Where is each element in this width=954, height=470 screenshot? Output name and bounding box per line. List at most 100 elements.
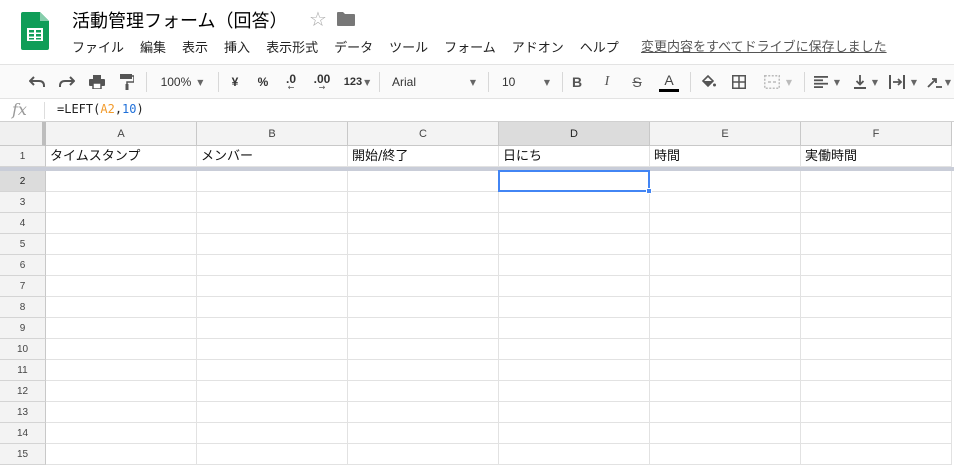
column-header-c[interactable]: C xyxy=(348,122,499,146)
undo-icon[interactable] xyxy=(24,65,50,99)
italic-button[interactable]: I xyxy=(596,65,618,99)
cell-b8[interactable] xyxy=(197,297,348,318)
cell-d1[interactable]: 日にち xyxy=(499,146,650,167)
cell-d8[interactable] xyxy=(499,297,650,318)
cell-a15[interactable] xyxy=(46,444,197,465)
cell-b9[interactable] xyxy=(197,318,348,339)
cell-f14[interactable] xyxy=(801,423,952,444)
row-header-6[interactable]: 6 xyxy=(0,255,46,276)
cell-a9[interactable] xyxy=(46,318,197,339)
cell-c11[interactable] xyxy=(348,360,499,381)
row-header-5[interactable]: 5 xyxy=(0,234,46,255)
menu-format[interactable]: 表示形式 xyxy=(266,37,318,56)
menu-data[interactable]: データ xyxy=(334,37,373,56)
column-header-d[interactable]: D xyxy=(499,122,650,146)
text-color-button[interactable]: A xyxy=(656,65,682,99)
cell-a3[interactable] xyxy=(46,192,197,213)
cell-b10[interactable] xyxy=(197,339,348,360)
bold-button[interactable]: B xyxy=(566,65,588,99)
cell-d14[interactable] xyxy=(499,423,650,444)
column-header-a[interactable]: A xyxy=(46,122,197,146)
cell-d6[interactable] xyxy=(499,255,650,276)
cell-e3[interactable] xyxy=(650,192,801,213)
cell-c8[interactable] xyxy=(348,297,499,318)
cell-e2[interactable] xyxy=(650,171,801,192)
cell-f1[interactable]: 実働時間 xyxy=(801,146,952,167)
cell-c6[interactable] xyxy=(348,255,499,276)
cell-a1[interactable]: タイムスタンプ xyxy=(46,146,197,167)
sheets-logo-icon[interactable] xyxy=(21,12,49,50)
menu-help[interactable]: ヘルプ xyxy=(580,37,619,56)
cell-e13[interactable] xyxy=(650,402,801,423)
cell-b4[interactable] xyxy=(197,213,348,234)
paint-format-icon[interactable] xyxy=(114,65,140,99)
cell-e12[interactable] xyxy=(650,381,801,402)
cell-b11[interactable] xyxy=(197,360,348,381)
menu-view[interactable]: 表示 xyxy=(182,37,208,56)
cell-e5[interactable] xyxy=(650,234,801,255)
cell-c13[interactable] xyxy=(348,402,499,423)
cell-e9[interactable] xyxy=(650,318,801,339)
row-header-4[interactable]: 4 xyxy=(0,213,46,234)
cell-b2[interactable] xyxy=(197,171,348,192)
row-header-1[interactable]: 1 xyxy=(0,146,46,167)
cell-d7[interactable] xyxy=(499,276,650,297)
cell-a11[interactable] xyxy=(46,360,197,381)
cell-f5[interactable] xyxy=(801,234,952,255)
row-header-14[interactable]: 14 xyxy=(0,423,46,444)
row-header-8[interactable]: 8 xyxy=(0,297,46,318)
cell-d13[interactable] xyxy=(499,402,650,423)
font-family-dropdown[interactable]: Arial ▼ xyxy=(386,65,482,99)
select-all-corner[interactable] xyxy=(0,122,46,146)
cell-a14[interactable] xyxy=(46,423,197,444)
column-header-f[interactable]: F xyxy=(801,122,952,146)
cell-c1[interactable]: 開始/終了 xyxy=(348,146,499,167)
cell-f4[interactable] xyxy=(801,213,952,234)
cell-a5[interactable] xyxy=(46,234,197,255)
cell-d9[interactable] xyxy=(499,318,650,339)
cell-a6[interactable] xyxy=(46,255,197,276)
cell-d10[interactable] xyxy=(499,339,650,360)
cell-c4[interactable] xyxy=(348,213,499,234)
menu-file[interactable]: ファイル xyxy=(72,37,124,56)
cell-e14[interactable] xyxy=(650,423,801,444)
cell-d12[interactable] xyxy=(499,381,650,402)
cell-b1[interactable]: メンバー xyxy=(197,146,348,167)
strikethrough-button[interactable]: S xyxy=(626,65,648,99)
cell-c3[interactable] xyxy=(348,192,499,213)
row-header-7[interactable]: 7 xyxy=(0,276,46,297)
cell-d11[interactable] xyxy=(499,360,650,381)
cell-c14[interactable] xyxy=(348,423,499,444)
cell-f2[interactable] xyxy=(801,171,952,192)
cell-c7[interactable] xyxy=(348,276,499,297)
cell-c10[interactable] xyxy=(348,339,499,360)
row-header-2[interactable]: 2 xyxy=(0,171,46,192)
cell-d15[interactable] xyxy=(499,444,650,465)
menu-form[interactable]: フォーム xyxy=(444,37,496,56)
print-icon[interactable] xyxy=(84,65,110,99)
cell-f7[interactable] xyxy=(801,276,952,297)
cell-e7[interactable] xyxy=(650,276,801,297)
cell-c15[interactable] xyxy=(348,444,499,465)
cell-e1[interactable]: 時間 xyxy=(650,146,801,167)
row-header-10[interactable]: 10 xyxy=(0,339,46,360)
row-header-13[interactable]: 13 xyxy=(0,402,46,423)
cell-f8[interactable] xyxy=(801,297,952,318)
merge-cells-icon[interactable]: ▼ xyxy=(758,65,798,99)
percent-format-button[interactable]: % xyxy=(252,65,274,99)
active-cell-selection[interactable] xyxy=(498,170,650,192)
cell-b6[interactable] xyxy=(197,255,348,276)
cell-f15[interactable] xyxy=(801,444,952,465)
cell-e10[interactable] xyxy=(650,339,801,360)
row-header-11[interactable]: 11 xyxy=(0,360,46,381)
text-wrap-icon[interactable]: ▼ xyxy=(886,65,920,99)
cell-f13[interactable] xyxy=(801,402,952,423)
zoom-dropdown[interactable]: 100% ▼ xyxy=(152,65,212,99)
cell-d4[interactable] xyxy=(499,213,650,234)
cell-a12[interactable] xyxy=(46,381,197,402)
currency-format-button[interactable]: ¥ xyxy=(224,65,246,99)
fill-handle[interactable] xyxy=(646,188,652,194)
cell-b15[interactable] xyxy=(197,444,348,465)
cell-e15[interactable] xyxy=(650,444,801,465)
cell-f10[interactable] xyxy=(801,339,952,360)
